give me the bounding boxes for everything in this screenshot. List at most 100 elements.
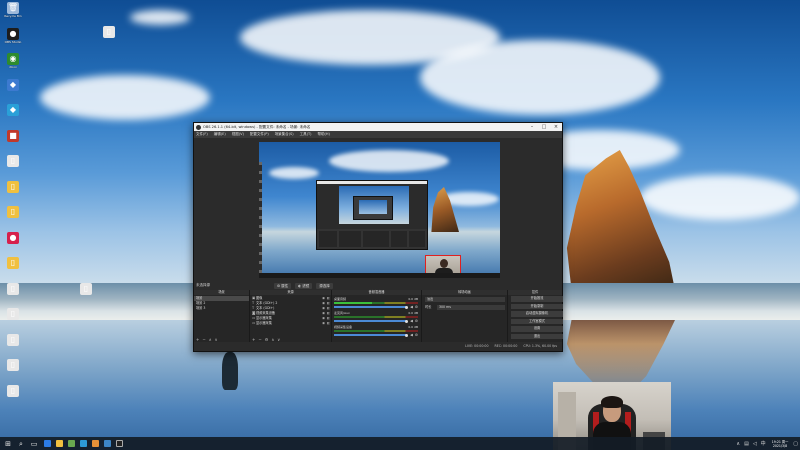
nested-inner-preview <box>359 200 387 214</box>
channel-name: 桌面音频 <box>334 297 347 301</box>
app-icon[interactable] <box>104 440 111 447</box>
add-icon[interactable]: + <box>196 337 199 342</box>
lock-icon[interactable]: ◧ <box>326 321 331 326</box>
chevron-up-icon[interactable]: ∧ <box>736 441 740 447</box>
preview-area[interactable] <box>194 138 562 281</box>
menu-item[interactable]: 场景集合(S) <box>275 132 294 137</box>
volume-icon[interactable]: ◀ <box>410 333 413 337</box>
menu-item[interactable]: 帮助(H) <box>318 132 330 137</box>
menu-item[interactable]: 工具(T) <box>300 132 312 137</box>
control-button[interactable]: 开始推流 <box>511 296 563 302</box>
menu-item[interactable]: 配置文件(P) <box>250 132 269 137</box>
file-icon: ▯ <box>7 384 19 397</box>
chevron-down-icon[interactable]: ∨ <box>277 337 280 342</box>
volume-slider[interactable] <box>334 306 408 308</box>
obs-window[interactable]: OBS 26.1.1 (64-bit, windows) - 配置文件: 未命名… <box>193 122 563 352</box>
volume-slider-handle[interactable] <box>405 319 409 323</box>
wallpaper-cloud <box>130 10 190 25</box>
gear-icon[interactable]: ⚙ <box>415 319 418 323</box>
volume-icon[interactable]: ◀ <box>410 305 413 309</box>
desktop-icon[interactable]: ● <box>2 231 24 244</box>
file-explorer-icon[interactable] <box>56 440 63 447</box>
notification-icon[interactable]: ▢ <box>793 441 798 447</box>
control-button[interactable]: 退出 <box>511 333 563 339</box>
volume-slider-row: ◀ ⚙ <box>334 333 418 337</box>
app-icon: ◆ <box>7 78 19 91</box>
preview-cloud <box>269 167 319 179</box>
taskbar: ⊞ ⌕ ▭ ∧ ▤ ◁ 中 19:21 周一 2021/3/8 ▢ <box>0 437 800 450</box>
scene-item[interactable]: 场景 3 <box>194 306 249 311</box>
desktop-icon-label: OBS Studio <box>4 39 22 44</box>
gear-icon[interactable]: ⚙ <box>265 337 269 342</box>
menu-item[interactable]: 编辑(E) <box>214 132 226 137</box>
gear-icon[interactable]: ⚙ <box>415 333 418 337</box>
mail-icon[interactable] <box>80 440 87 447</box>
desktop-icon[interactable]: ■ <box>2 129 24 142</box>
duration-input[interactable]: 300 ms <box>437 305 505 310</box>
properties-button[interactable]: ⚙属性 <box>274 282 292 289</box>
volume-slider[interactable] <box>334 320 408 322</box>
desktop-icon[interactable]: ▯ <box>2 155 24 167</box>
menu-item[interactable]: 视图(V) <box>232 132 244 137</box>
app-icon: ● <box>7 231 19 244</box>
windows-start-icon[interactable]: ⊞ <box>3 439 13 449</box>
volume-slider-handle[interactable] <box>405 305 409 309</box>
close-icon[interactable]: × <box>550 123 562 131</box>
input-method-icon[interactable]: 中 <box>761 440 766 447</box>
control-button[interactable]: 启动虚拟摄像机 <box>511 311 563 317</box>
volume-slider-handle[interactable] <box>405 333 409 337</box>
desktop-icon[interactable]: ◆ <box>2 78 24 91</box>
search-icon[interactable]: ⌕ <box>16 439 26 449</box>
desktop-icon[interactable]: ▯ <box>2 384 24 397</box>
transition-select[interactable]: 淡出 <box>425 297 505 302</box>
remove-icon[interactable]: − <box>258 337 261 342</box>
desktop-icon[interactable]: ● OBS Studio <box>2 27 24 44</box>
desktop-icon[interactable]: ▯ <box>75 283 97 295</box>
obs-titlebar[interactable]: OBS 26.1.1 (64-bit, windows) - 配置文件: 未命名… <box>194 123 562 131</box>
source-select-button[interactable]: 源选择 <box>316 282 333 289</box>
desktop-icon[interactable]: ▯ <box>2 359 24 371</box>
channel-db: 0.0 dB <box>408 311 418 315</box>
file-icon: ▯ <box>7 308 19 320</box>
task-view-icon[interactable]: ▭ <box>29 439 39 449</box>
desktop-icon[interactable]: ▯ <box>2 282 24 295</box>
control-button[interactable]: 设置 <box>511 326 563 332</box>
add-icon[interactable]: + <box>252 337 255 342</box>
clock[interactable]: 19:21 周一 2021/3/8 <box>772 440 789 448</box>
desktop-icon[interactable]: ◆ <box>2 104 24 116</box>
app-icon: ■ <box>7 129 19 142</box>
source-item[interactable]: ▭ 显示器采集 ◉ ◧ <box>250 321 331 326</box>
maximize-icon[interactable]: □ <box>538 123 550 131</box>
obs-taskbar-icon[interactable] <box>116 440 123 447</box>
desktop-icon[interactable]: ◉ Xbox <box>2 53 24 69</box>
store-icon[interactable] <box>68 440 75 447</box>
chevron-down-icon[interactable]: ∨ <box>215 337 218 342</box>
desktop-icon[interactable]: ▯ <box>98 26 120 38</box>
nested-titlebar <box>317 181 427 184</box>
chevron-up-icon[interactable]: ∧ <box>209 337 212 342</box>
control-button[interactable]: 开始录制 <box>511 303 563 309</box>
gear-icon[interactable]: ⚙ <box>415 305 418 309</box>
preview-canvas[interactable] <box>259 142 500 278</box>
network-icon[interactable]: ▤ <box>744 441 749 447</box>
desktop-icon[interactable]: ▯ <box>2 206 24 218</box>
file-icon: ▯ <box>7 282 19 295</box>
remove-icon[interactable]: − <box>202 337 205 342</box>
desktop-icon[interactable]: 🗑 Recycle Bin <box>2 2 24 18</box>
minimize-icon[interactable]: – <box>526 123 538 131</box>
volume-icon[interactable]: ◀ <box>410 319 413 323</box>
control-button[interactable]: 工作室模式 <box>511 318 563 324</box>
volume-icon[interactable]: ◁ <box>753 441 757 447</box>
chevron-up-icon[interactable]: ∧ <box>271 337 274 342</box>
menu-item[interactable]: 文件(F) <box>196 132 208 137</box>
filters-button[interactable]: ◐滤镜 <box>295 282 313 289</box>
edge-icon[interactable] <box>44 440 51 447</box>
desktop-icon[interactable]: ▯ <box>2 257 24 269</box>
nested-dock <box>339 231 361 247</box>
desktop-icon[interactable]: ▯ <box>2 180 24 193</box>
desktop-icon[interactable]: ▯ <box>2 333 24 346</box>
window-title: OBS 26.1.1 (64-bit, windows) - 配置文件: 未命名… <box>203 125 311 129</box>
desktop-icon[interactable]: ▯ <box>2 308 24 320</box>
volume-slider[interactable] <box>334 334 408 336</box>
app-icon[interactable] <box>92 440 99 447</box>
